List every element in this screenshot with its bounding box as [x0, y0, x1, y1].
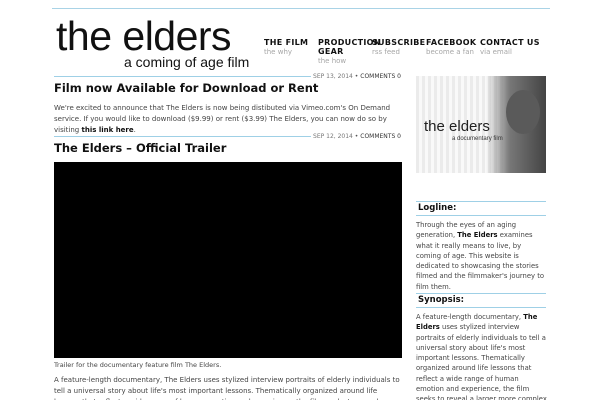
site-title[interactable]: the elders [56, 16, 249, 57]
post-body-end: . [133, 126, 136, 134]
post-divider [54, 136, 311, 137]
header-top-rule [52, 8, 550, 9]
widget-rule [416, 201, 546, 202]
video-caption: Trailer for the documentary feature film… [54, 361, 222, 369]
nav-item-facebook[interactable]: FACEBOOK become a fan [426, 38, 480, 66]
site-logo[interactable]: the elders a coming of age film [56, 16, 250, 71]
nav-label[interactable]: CONTACT US [480, 38, 544, 47]
poster-subtitle: a documentary film [452, 136, 503, 142]
nav-label[interactable]: FACEBOOK [426, 38, 480, 47]
nav-item-subscribe[interactable]: SUBSCRIBE rss feed [372, 38, 426, 66]
post-body: We're excited to announce that The Elder… [54, 103, 404, 136]
comments-link[interactable]: COMMENTS 0 [360, 133, 401, 140]
nav-sublabel: the how [318, 57, 347, 65]
post-date: SEP 13, 2014 [313, 73, 353, 80]
post-meta: SEP 12, 2014 • COMMENTS 0 [313, 133, 401, 140]
main-nav: THE FILM the why PRODUCTION GEAR the how… [264, 38, 544, 66]
widget-rule [416, 215, 546, 216]
synopsis-text-part: A feature-length documentary, [416, 313, 524, 321]
post-date: SEP 12, 2014 [313, 133, 353, 140]
comment-icon: • [354, 73, 359, 80]
nav-item-contact-us[interactable]: CONTACT US via email [480, 38, 544, 66]
video-player[interactable] [54, 162, 402, 358]
comments-link[interactable]: COMMENTS 0 [360, 73, 401, 80]
nav-sublabel: rss feed [372, 48, 400, 56]
widget-rule [416, 307, 546, 308]
poster-title: the elders [424, 118, 490, 135]
nav-label[interactable]: PRODUCTION GEAR [318, 38, 380, 56]
widget-rule [416, 293, 546, 294]
logline-heading: Logline: [418, 203, 457, 213]
synopsis-text: A feature-length documentary, The Elders… [416, 312, 548, 400]
site-tagline: a coming of age film [124, 54, 250, 70]
nav-sublabel: the why [264, 48, 293, 56]
logline-text-part: examines what it really means to live, b… [416, 231, 545, 291]
post-title[interactable]: The Elders – Official Trailer [54, 141, 226, 155]
nav-label[interactable]: SUBSCRIBE [372, 38, 426, 47]
post-title[interactable]: Film now Available for Download or Rent [54, 81, 318, 95]
nav-sublabel: via email [480, 48, 512, 56]
download-link[interactable]: this link here [81, 126, 133, 134]
nav-sublabel: become a fan [426, 48, 474, 56]
nav-item-production-gear[interactable]: PRODUCTION GEAR the how [318, 38, 380, 66]
synopsis-text-part: uses stylized interview portraits of eld… [416, 323, 547, 400]
nav-label[interactable]: THE FILM [264, 38, 318, 47]
logline-text: Through the eyes of an aging generation,… [416, 220, 548, 292]
logline-bold: The Elders [457, 231, 498, 240]
synopsis-heading: Synopsis: [418, 295, 465, 305]
post-meta: SEP 13, 2014 • COMMENTS 0 [313, 73, 401, 80]
nav-item-the-film[interactable]: THE FILM the why [264, 38, 318, 66]
post-body: A feature-length documentary, The Elders… [54, 376, 400, 400]
post-divider [54, 76, 311, 77]
film-poster-image[interactable]: the elders a documentary film [416, 76, 546, 173]
poster-portrait [506, 90, 540, 134]
comment-icon: • [354, 133, 359, 140]
